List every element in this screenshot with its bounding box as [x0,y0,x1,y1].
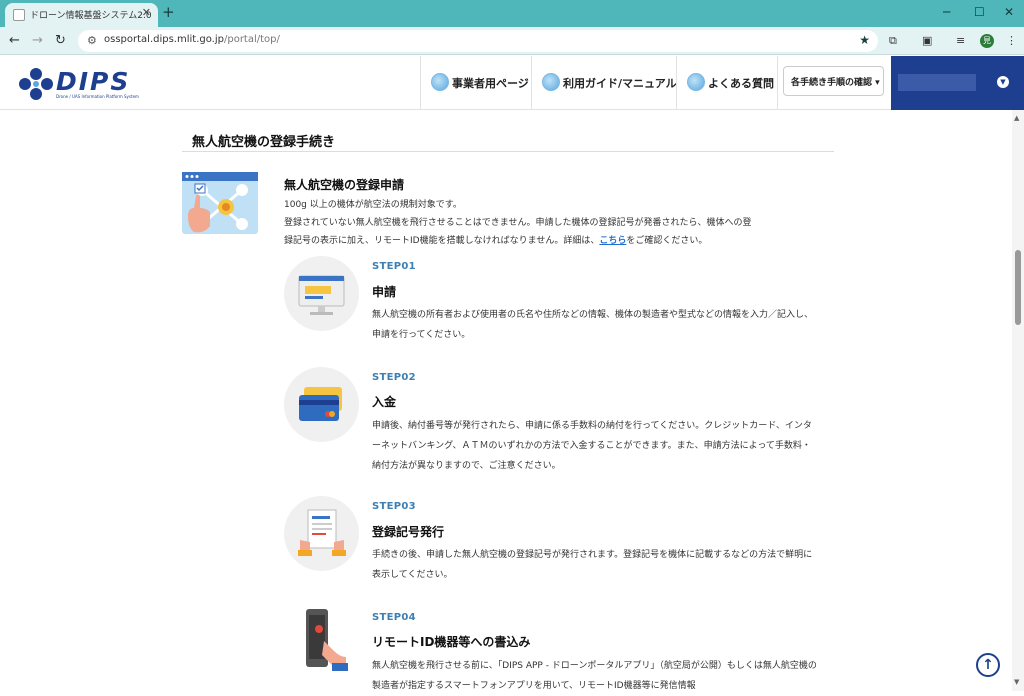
procedure-dropdown-button[interactable]: 各手続き手順の確認 ▾ [783,66,884,96]
nav-label: よくある質問 [708,77,774,90]
step-icon-circle [284,496,359,571]
intro-line: 録記号の表示に加え、リモートID機能を搭載しなければなりません。詳細は、こちらを… [284,232,824,250]
drone-registration-illustration-icon [182,172,258,234]
step-number: STEP04 [372,612,416,623]
site-header: DIPS Drone / UAS Information Platform Sy… [0,56,1024,110]
step-title: 登録記号発行 [372,525,445,539]
step-number: STEP01 [372,261,416,272]
step-number: STEP03 [372,501,416,512]
new-tab-icon[interactable]: + [162,4,175,20]
step-icon-circle [284,367,359,442]
nav-user-guide[interactable]: 利用ガイド/マニュアル [531,56,677,110]
intro-line-text: 録記号の表示に加え、リモートID機能を搭載しなければなりません。詳細は、 [284,236,600,246]
logo-tagline: Drone / UAS Information Platform System [56,94,139,99]
section-divider [182,151,834,152]
url-text: ossportal.dips.mlit.go.jp/portal/top/ [104,34,280,45]
nav-business-page[interactable]: 事業者用ページ [420,56,531,110]
nav-label: 利用ガイド/マニュアル [563,77,677,90]
monitor-icon [298,275,345,315]
maximize-icon[interactable]: ☐ [974,4,985,20]
intro-line: 登録されていない無人航空機を飛行させることはできません。申請した機体の登録記号が… [284,218,752,228]
profile-avatar[interactable]: 見 [980,34,994,48]
intro-line: 100g 以上の機体が航空法の規制対象です。 [284,200,462,210]
reload-icon[interactable]: ↻ [55,33,66,48]
step-number: STEP02 [372,372,416,383]
forward-icon[interactable]: → [32,33,43,48]
details-link[interactable]: こちら [599,236,626,246]
section-title: 無人航空機の登録手続き [192,135,336,150]
browser-tab[interactable]: ドローン情報基盤システム2.0 ✕ [5,3,158,27]
media-control-icon[interactable]: ≡ [956,34,965,47]
back-to-top-button[interactable]: ↑ [976,653,1000,677]
chevron-down-icon[interactable]: ▼ [997,76,1009,88]
step-description: 無人航空機を飛行させる前に、「DIPS APP - ドローンポータルアプリ」（航… [372,661,817,691]
step-description: 無人航空機の所有者および使用者の氏名や住所などの情報、機体の製造者や型式などの情… [372,310,814,340]
minimize-icon[interactable]: ─ [943,4,950,20]
intro-title: 無人航空機の登録申請 [284,178,405,192]
tab-title: ドローン情報基盤システム2.0 [30,11,152,21]
intro-line-text: をご確認ください。 [626,236,708,246]
globe-icon [431,73,449,91]
page-scrollbar[interactable]: ▲ ▼ [1012,110,1024,691]
dips-logo-icon [19,68,53,100]
credit-card-icon [299,387,342,421]
favicon-icon [13,9,25,21]
extensions-icon[interactable]: ⧉ [889,34,897,47]
intro-text: 100g 以上の機体が航空法の規制対象です。 登録されていない無人航空機を飛行さ… [284,196,824,250]
tab-close-icon[interactable]: ✕ [142,6,151,19]
scroll-up-icon[interactable]: ▲ [1014,114,1019,122]
step-title: リモートID機器等への書込み [372,635,531,649]
url-host: ossportal.dips.mlit.go.jp [104,34,224,45]
window-close-icon[interactable]: ✕ [1004,4,1014,20]
tab-search-icon[interactable]: ▣ [922,34,932,47]
url-field[interactable]: ⚙ ossportal.dips.mlit.go.jp/portal/top/ … [78,30,878,52]
menu-kebab-icon[interactable]: ⋮ [1006,34,1017,47]
bookmark-star-icon[interactable]: ★ [859,33,870,47]
nav-label: 事業者用ページ [452,77,529,90]
step-icon-circle [284,607,359,682]
procedure-label: 各手続き手順の確認 ▾ [791,78,880,88]
scroll-down-icon[interactable]: ▼ [1014,678,1019,686]
globe-icon [687,73,705,91]
certificate-icon [298,509,346,556]
logo-wordmark: DIPS [56,67,131,96]
url-path: /portal/top/ [223,34,280,45]
globe-icon [542,73,560,91]
step-icon-circle [284,256,359,331]
step-title: 入金 [372,395,397,409]
step-title: 申請 [372,285,397,299]
address-bar: ← → ↻ ⚙ ossportal.dips.mlit.go.jp/portal… [0,27,1024,55]
step-description: 申請後、納付番号等が発行されたら、申請に係る手数料の納付を行ってください。クレジ… [372,421,812,471]
user-menu[interactable]: ▼ [891,56,1024,110]
user-name-field [898,74,976,91]
scrollbar-thumb[interactable] [1015,250,1021,325]
nav-faq[interactable]: よくある質問 [676,56,777,110]
site-info-icon[interactable]: ⚙ [87,34,97,47]
dips-logo[interactable]: DIPS Drone / UAS Information Platform Sy… [18,67,153,101]
smartphone-icon [306,609,348,671]
browser-tab-strip: ドローン情報基盤システム2.0 ✕ + ─ ☐ ✕ [0,0,1024,27]
back-icon[interactable]: ← [9,33,20,48]
step-description: 手続きの後、申請した無人航空機の登録記号が発行されます。登録記号を機体に記載する… [372,550,813,580]
